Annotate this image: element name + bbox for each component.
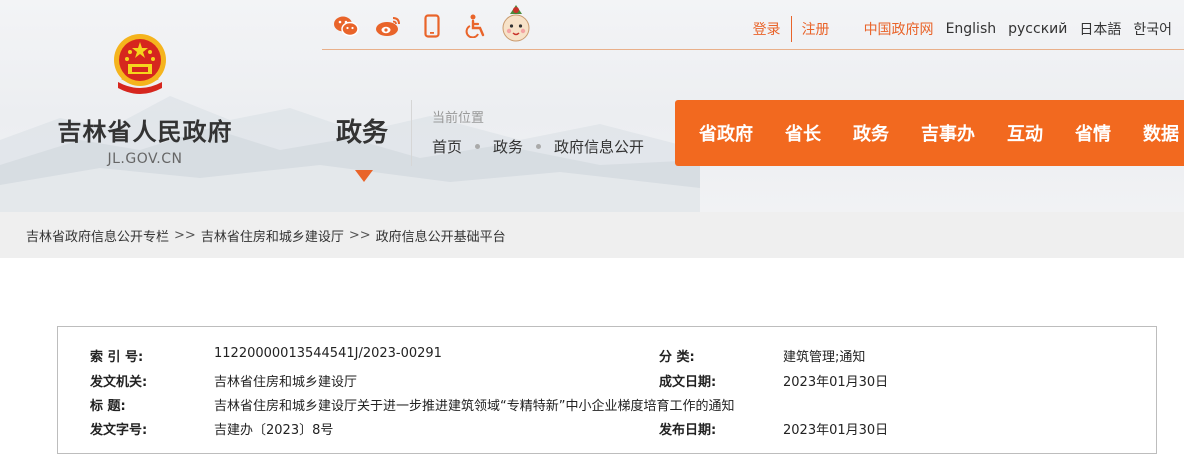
meta-label: 发文字号: (90, 423, 148, 438)
lang-japanese[interactable]: 日本語 (1079, 19, 1121, 39)
meta-label: 标 题: (90, 399, 126, 414)
channel-arrow-icon (355, 170, 373, 182)
meta-label: 成文日期: (659, 375, 717, 390)
mobile-icon[interactable] (418, 12, 446, 40)
accessibility-icon[interactable] (462, 12, 490, 40)
meta-value: 吉建办〔2023〕8号 (214, 423, 334, 438)
location-crumb-home[interactable]: 首页 (432, 136, 462, 157)
lang-korean[interactable]: 한국어 (1133, 19, 1172, 39)
nav-item-affairs[interactable]: 政务 (853, 120, 889, 146)
meta-row: 标 题: 吉林省住房和城乡建设厅关于进一步推进建筑领域“专精特新”中小企业梯度培… (58, 395, 1156, 415)
location-crumb-disclosure[interactable]: 政府信息公开 (554, 136, 644, 157)
location-breadcrumb: 首页 政务 政府信息公开 (432, 136, 644, 157)
meta-row: 索 引 号: 11220000013544541J/2023-00291 分 类… (58, 346, 1156, 366)
nav-item-province-gov[interactable]: 省政府 (699, 120, 753, 146)
register-link[interactable]: 注册 (802, 19, 830, 39)
national-emblem-icon (114, 34, 166, 94)
location-label: 当前位置 (432, 111, 485, 126)
site-domain: JL.GOV.CN (107, 151, 183, 167)
meta-value: 建筑管理;通知 (783, 350, 866, 365)
breadcrumb-item[interactable]: 政府信息公开基础平台 (376, 226, 506, 245)
weibo-icon[interactable] (374, 12, 402, 40)
breadcrumb-item[interactable]: 吉林省住房和城乡建设厅 (201, 226, 344, 245)
top-links: 登录 注册 中国政府网 English русский 日本語 한국어 (753, 16, 1172, 42)
nav-item-province-info[interactable]: 省情 (1075, 120, 1111, 146)
dot-separator-icon (475, 144, 481, 149)
meta-row: 发文机关: 吉林省住房和城乡建设厅 成文日期: 2023年01月30日 (58, 371, 1156, 391)
main-nav: 省政府 省长 政务 吉事办 互动 省情 数据 (675, 100, 1184, 166)
mascot-icon[interactable] (500, 4, 532, 44)
breadcrumb-separator: >> (348, 227, 371, 243)
divider (411, 100, 412, 166)
breadcrumb: 吉林省政府信息公开专栏 >> 吉林省住房和城乡建设厅 >> 政府信息公开基础平台 (0, 212, 1184, 258)
nav-item-interaction[interactable]: 互动 (1007, 120, 1043, 146)
meta-row: 发文字号: 吉建办〔2023〕8号 发布日期: 2023年01月30日 (58, 419, 1156, 439)
dot-separator-icon (536, 144, 542, 149)
divider (790, 16, 792, 42)
site-header: 吉林省人民政府 JL.GOV.CN 登录 注册 中国政府网 English ру… (0, 0, 1184, 212)
gov-portal-link[interactable]: 中国政府网 (864, 19, 934, 39)
channel-title: 政务 (336, 118, 389, 148)
lang-russian[interactable]: русский (1008, 21, 1067, 37)
meta-label: 分 类: (659, 350, 695, 365)
lang-english[interactable]: English (946, 21, 997, 37)
meta-value: 吉林省住房和城乡建设厅关于进一步推进建筑领域“专精特新”中小企业梯度培育工作的通… (214, 399, 735, 414)
meta-label: 发布日期: (659, 423, 717, 438)
document-meta-table: 索 引 号: 11220000013544541J/2023-00291 分 类… (57, 326, 1157, 454)
nav-item-jishiban[interactable]: 吉事办 (921, 120, 975, 146)
nav-item-data[interactable]: 数据 (1143, 120, 1179, 146)
login-link[interactable]: 登录 (753, 19, 781, 39)
site-name[interactable]: 吉林省人民政府 (40, 112, 250, 147)
wechat-icon[interactable] (332, 12, 360, 40)
meta-value: 2023年01月30日 (783, 423, 889, 438)
meta-label: 索 引 号: (90, 350, 144, 365)
breadcrumb-separator: >> (174, 227, 196, 243)
meta-value: 吉林省住房和城乡建设厅 (214, 375, 358, 390)
meta-label: 发文机关: (90, 375, 148, 390)
nav-item-governor[interactable]: 省长 (785, 120, 821, 146)
meta-value: 11220000013544541J/2023-00291 (214, 346, 442, 361)
location-crumb-affairs[interactable]: 政务 (493, 136, 523, 157)
meta-value: 2023年01月30日 (783, 375, 889, 390)
top-bar: 登录 注册 中国政府网 English русский 日本語 한국어 (322, 0, 1184, 50)
breadcrumb-item[interactable]: 吉林省政府信息公开专栏 (26, 226, 169, 245)
